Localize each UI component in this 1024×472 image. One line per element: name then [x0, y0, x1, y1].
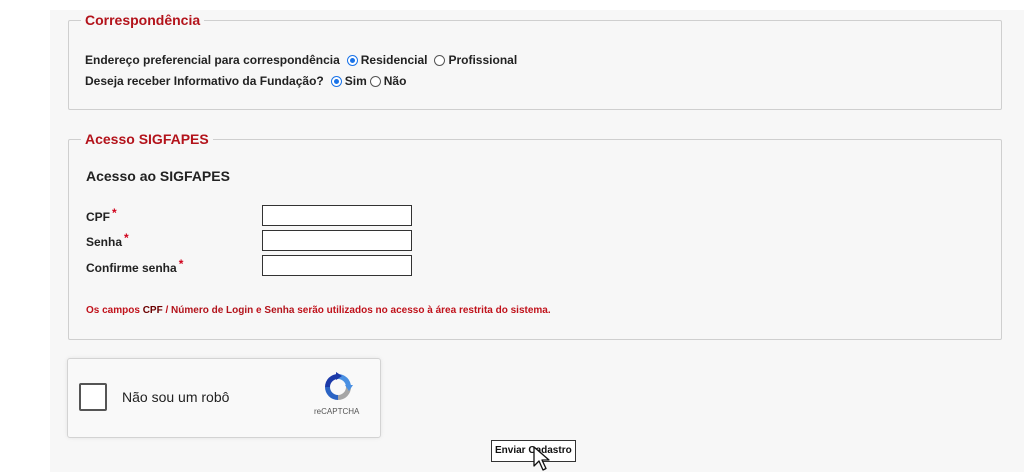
senha-input[interactable] [262, 230, 412, 251]
radio-profissional-label[interactable]: Profissional [448, 53, 517, 67]
confirme-senha-label: Confirme senha * [86, 257, 183, 275]
recaptcha-text: Não sou um robô [122, 389, 230, 405]
note-senha: Senha [264, 305, 295, 316]
note-suffix: serão utilizados no acesso à área restri… [294, 305, 551, 316]
login-info-note: Os campos CPF / Número de Login e Senha … [86, 305, 551, 316]
note-cpf: CPF [142, 305, 163, 316]
senha-label: Senha * [86, 231, 129, 249]
radio-sim[interactable] [330, 75, 342, 87]
confirme-senha-label-text: Confirme senha [86, 261, 177, 275]
cpf-label-text: CPF [86, 210, 110, 224]
correspondencia-legend: Correspondência [85, 12, 201, 28]
note-sep: / [162, 305, 172, 316]
radio-profissional[interactable] [434, 54, 446, 66]
note-and: e [253, 305, 265, 316]
mouse-cursor-icon [533, 446, 550, 471]
cpf-input[interactable] [262, 205, 412, 226]
recaptcha-logo-icon [325, 372, 353, 400]
confirme-senha-input[interactable] [262, 255, 412, 276]
informativo-row: Deseja receber Informativo da Fundação? … [85, 74, 406, 88]
cpf-label: CPF * [86, 206, 117, 224]
acesso-subtitle: Acesso ao SIGFAPES [86, 168, 230, 184]
radio-residencial[interactable] [346, 54, 358, 66]
acesso-legend: Acesso SIGFAPES [85, 131, 209, 147]
radio-nao-label[interactable]: Não [384, 74, 407, 88]
required-mark: * [124, 231, 129, 245]
note-login: Número de Login [171, 305, 254, 316]
recaptcha-widget: Não sou um robô reCAPTCHA [67, 358, 381, 438]
endereco-row: Endereço preferencial para correspondênc… [85, 53, 517, 67]
recaptcha-checkbox[interactable] [79, 383, 107, 411]
note-prefix: Os campos [86, 305, 143, 316]
radio-nao[interactable] [369, 75, 381, 87]
informativo-label: Deseja receber Informativo da Fundação? [85, 74, 324, 88]
endereco-label: Endereço preferencial para correspondênc… [85, 53, 340, 67]
radio-sim-label[interactable]: Sim [345, 74, 367, 88]
recaptcha-brand: reCAPTCHA [314, 407, 360, 416]
required-mark: * [112, 206, 117, 220]
radio-residencial-label[interactable]: Residencial [361, 53, 428, 67]
senha-label-text: Senha [86, 235, 123, 249]
required-mark: * [178, 257, 184, 271]
